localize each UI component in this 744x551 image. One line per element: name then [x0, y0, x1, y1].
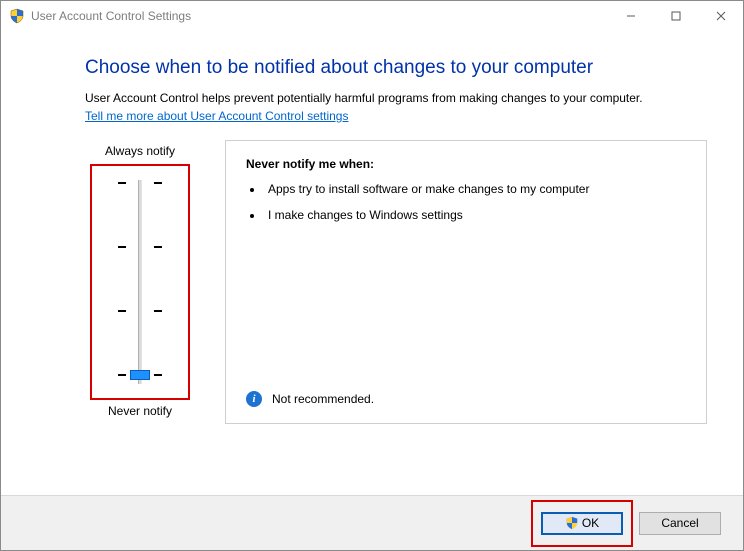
shield-icon — [565, 516, 579, 530]
panel-bullet: Apps try to install software or make cha… — [264, 181, 686, 197]
slider-tick — [110, 246, 170, 248]
maximize-button[interactable] — [653, 1, 698, 31]
slider-tick — [110, 182, 170, 184]
slider-track — [138, 180, 142, 384]
page-heading: Choose when to be notified about changes… — [85, 57, 707, 79]
recommendation-row: i Not recommended. — [246, 383, 686, 407]
ok-button-highlight: OK — [531, 500, 633, 547]
description-text: User Account Control helps prevent poten… — [85, 91, 643, 105]
close-button[interactable] — [698, 1, 743, 31]
notification-slider[interactable] — [110, 174, 170, 390]
page-description: User Account Control helps prevent poten… — [85, 91, 707, 124]
content-area: Choose when to be notified about changes… — [1, 31, 743, 495]
slider-thumb[interactable] — [130, 370, 150, 380]
notification-slider-column: Always notify Never notify — [85, 140, 195, 424]
shield-icon — [9, 8, 25, 24]
panel-bullet-list: Apps try to install software or make cha… — [264, 181, 686, 233]
uac-settings-window: User Account Control Settings Choose whe… — [0, 0, 744, 551]
slider-bottom-label: Never notify — [108, 404, 172, 418]
learn-more-link[interactable]: Tell me more about User Account Control … — [85, 109, 348, 125]
titlebar[interactable]: User Account Control Settings — [1, 1, 743, 31]
window-controls — [608, 1, 743, 31]
dialog-footer: OK Cancel — [1, 495, 743, 550]
level-description-panel: Never notify me when: Apps try to instal… — [225, 140, 707, 424]
panel-title: Never notify me when: — [246, 157, 686, 171]
info-icon: i — [246, 391, 262, 407]
notification-slider-highlight — [90, 164, 190, 400]
recommendation-text: Not recommended. — [272, 392, 374, 406]
panel-bullet: I make changes to Windows settings — [264, 207, 686, 223]
slider-top-label: Always notify — [105, 144, 175, 158]
main-area: Always notify Never notify Never notify … — [85, 140, 707, 424]
cancel-button-label: Cancel — [661, 516, 698, 530]
window-title: User Account Control Settings — [31, 9, 191, 23]
titlebar-left: User Account Control Settings — [1, 8, 608, 24]
cancel-button[interactable]: Cancel — [639, 512, 721, 535]
minimize-button[interactable] — [608, 1, 653, 31]
slider-tick — [110, 310, 170, 312]
ok-button-label: OK — [582, 516, 599, 530]
ok-button[interactable]: OK — [541, 512, 623, 535]
